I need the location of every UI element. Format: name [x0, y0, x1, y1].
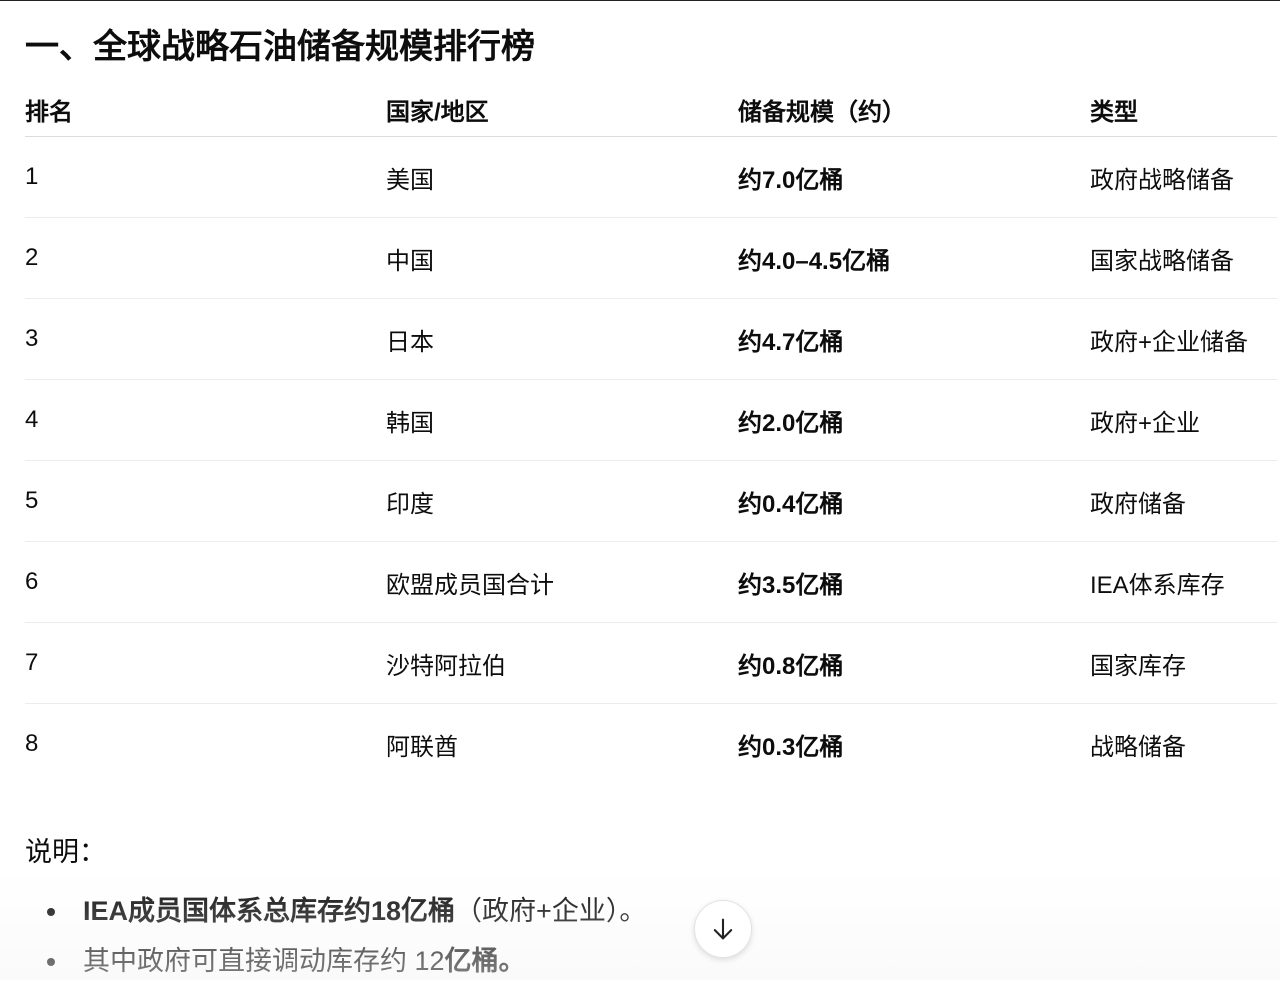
list-item: 其中政府可直接调动库存约 12亿桶。 [25, 936, 646, 986]
cell-rank: 1 [25, 136, 386, 218]
cell-country: 阿联酋 [386, 733, 458, 761]
notes-list: IEA成员国体系总库存约18亿桶（政府+企业）。 其中政府可直接调动库存约 12… [25, 886, 646, 986]
cell-rank: 8 [25, 730, 39, 757]
cell-reserve: 约0.8亿桶 [738, 622, 1090, 704]
header-rank: 排名 [25, 82, 386, 137]
arrow-down-icon [713, 918, 733, 940]
reserve-ranking-table: 排名 国家/地区 储备规模（约） 类型 1 美国 约7.0亿桶 政府战略储备 2… [25, 82, 1277, 784]
cell-type: 国家战略储备 [1090, 217, 1277, 299]
notes-title: 说明： [25, 837, 106, 867]
cell-reserve: 约3.5亿桶 [738, 541, 1090, 623]
note-text: 其中政府可直接调动库存约 12 [83, 946, 445, 976]
cell-rank: 2 [25, 217, 386, 299]
header-country: 国家/地区 [386, 82, 738, 137]
bullet-icon [47, 958, 55, 966]
table-row: 2 中国 约4.0–4.5亿桶 国家战略储备 [25, 217, 1277, 299]
table-row: 1 美国 约7.0亿桶 政府战略储备 [25, 136, 1277, 218]
cell-reserve: 约4.0–4.5亿桶 [738, 217, 1090, 299]
table-row: 7 沙特阿拉伯 约0.8亿桶 国家库存 [25, 622, 1277, 704]
cell-type: 政府储备 [1090, 460, 1277, 542]
cell-country: 日本 [386, 298, 738, 380]
table-row: 3 日本 约4.7亿桶 政府+企业储备 [25, 298, 1277, 380]
cell-reserve: 约7.0亿桶 [738, 136, 1090, 218]
cell-type: IEA体系库存 [1090, 541, 1277, 623]
note-bold-text: IEA成员国体系总库存约18亿桶 [83, 896, 456, 926]
table-row: 6 欧盟成员国合计 约3.5亿桶 IEA体系库存 [25, 541, 1277, 623]
cell-rank: 3 [25, 298, 386, 380]
header-type: 类型 [1090, 82, 1277, 137]
cell-type: 国家库存 [1090, 622, 1277, 704]
cell-reserve: 约0.4亿桶 [738, 460, 1090, 542]
cell-type: 政府+企业 [1090, 379, 1277, 461]
cell-rank: 5 [25, 460, 386, 542]
list-item: IEA成员国体系总库存约18亿桶（政府+企业）。 [25, 886, 646, 936]
window-top-border [0, 0, 1280, 1]
table-header-row: 排名 国家/地区 储备规模（约） 类型 [25, 82, 1277, 137]
scroll-to-bottom-button[interactable] [694, 900, 752, 958]
cell-rank: 4 [25, 379, 386, 461]
cell-type: 政府+企业储备 [1090, 298, 1277, 380]
cell-rank: 7 [25, 622, 386, 704]
cell-country: 中国 [386, 217, 738, 299]
table-row: 8 阿联酋 约0.3亿桶 战略储备 [25, 704, 1277, 785]
cell-rank: 6 [25, 541, 386, 623]
cell-country: 沙特阿拉伯 [386, 622, 738, 704]
cell-reserve: 约4.7亿桶 [738, 298, 1090, 380]
cell-type: 政府战略储备 [1090, 136, 1277, 218]
header-reserve-size: 储备规模（约） [738, 82, 1090, 137]
table-row: 4 韩国 约2.0亿桶 政府+企业 [25, 379, 1277, 461]
note-bold-text: 亿桶。 [444, 946, 526, 976]
cell-reserve: 约2.0亿桶 [738, 379, 1090, 461]
cell-country: 欧盟成员国合计 [386, 541, 738, 623]
section-heading: 一、全球战略石油储备规模排行榜 [25, 28, 535, 66]
cell-country: 韩国 [386, 379, 738, 461]
table-row: 5 印度 约0.4亿桶 政府储备 [25, 460, 1277, 542]
cell-type: 战略储备 [1090, 733, 1186, 761]
cell-reserve: 约0.3亿桶 [738, 733, 844, 761]
cell-country: 美国 [386, 136, 738, 218]
bullet-icon [47, 908, 55, 916]
cell-country: 印度 [386, 460, 738, 542]
note-text: （政府+企业）。 [455, 896, 647, 926]
